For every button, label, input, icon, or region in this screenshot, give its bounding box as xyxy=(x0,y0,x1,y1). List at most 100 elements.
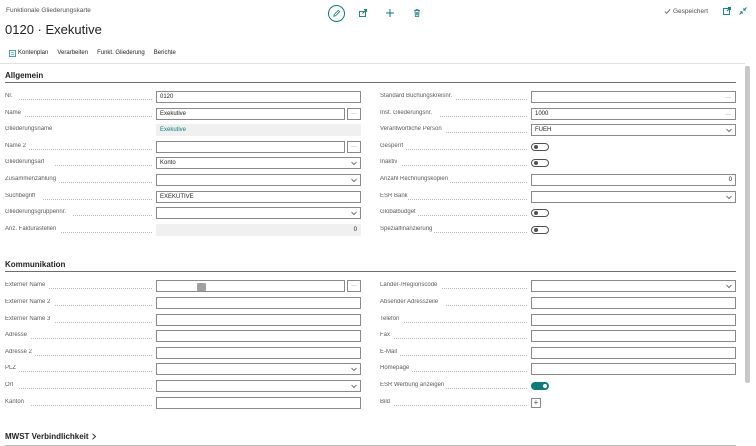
delete-button[interactable] xyxy=(408,4,426,22)
inst-gliederungsnr-input[interactable]: 1000 ··· xyxy=(531,108,736,120)
pencil-icon xyxy=(333,9,341,17)
toggle-knob xyxy=(534,228,538,232)
section-kommunikation-title[interactable]: Kommunikation xyxy=(5,260,65,269)
share-button[interactable] xyxy=(354,4,372,22)
field-gliederungsgruppennr: Gliederungsgruppennr. xyxy=(5,207,361,219)
chevron-down-icon xyxy=(726,195,732,200)
leader-dots xyxy=(406,149,527,150)
standard-buchungskreisnr-input[interactable]: ··· xyxy=(531,91,736,103)
field-label: Ort xyxy=(5,382,14,388)
externer-name-3-input[interactable] xyxy=(156,314,361,326)
zusammenzaehlung-select[interactable] xyxy=(156,174,361,186)
verarbeiten-menu[interactable]: Verarbeiten xyxy=(57,50,88,56)
field-inaktiv: Inaktiv xyxy=(380,157,736,169)
page-header: Funktionale Gliederungskarte 0120 · Exek… xyxy=(0,0,756,42)
edit-button[interactable] xyxy=(328,4,345,22)
plz-select[interactable] xyxy=(156,363,361,375)
ort-select[interactable] xyxy=(156,380,361,392)
leader-dots xyxy=(59,182,152,183)
anzahl-rechnungskopien-input[interactable]: 0 xyxy=(531,174,736,186)
field-email: E-Mail xyxy=(380,347,736,359)
header-actions xyxy=(328,4,435,22)
verantwortliche-person-select[interactable]: FUEH xyxy=(531,124,736,136)
chevron-down-icon xyxy=(351,211,357,216)
inst-gliederungsnr-assist-button[interactable]: ··· xyxy=(722,110,734,119)
inaktiv-toggle[interactable] xyxy=(531,159,549,167)
field-homepage: Homepage xyxy=(380,363,736,375)
trash-icon xyxy=(414,9,420,17)
standard-buchungskreisnr-assist-button[interactable]: ··· xyxy=(722,93,734,102)
toggle-knob xyxy=(534,211,538,215)
vertical-scrollbar[interactable] xyxy=(745,66,750,383)
kontenplan-label: Kontenplan xyxy=(18,50,49,56)
telefon-input[interactable] xyxy=(531,314,736,326)
field-bild: Bild + xyxy=(380,397,736,409)
name-2-assist-button[interactable]: ··· xyxy=(347,141,361,153)
email-input[interactable] xyxy=(531,347,736,359)
field-verantwortliche-person: Verantwortliche Person FUEH xyxy=(380,124,736,136)
gliederungsgruppennr-select[interactable] xyxy=(156,207,361,219)
esr-bank-select[interactable] xyxy=(531,191,736,203)
externer-name-assist-button[interactable]: ··· xyxy=(347,280,361,292)
collapse-icon[interactable] xyxy=(738,6,748,16)
gliederungsname-value[interactable]: Exekutive xyxy=(156,124,361,136)
leader-dots xyxy=(446,305,527,306)
funkt-gliederung-menu[interactable]: Funkt. Gliederung xyxy=(97,50,145,56)
chart-of-accounts-icon xyxy=(9,49,16,57)
bild-add-button[interactable]: + xyxy=(531,398,541,408)
nr-input[interactable]: 0120 xyxy=(156,91,361,103)
suchbegriff-input[interactable]: EXEKUTIVE xyxy=(156,191,361,203)
fax-input[interactable] xyxy=(531,330,736,342)
name-2-input[interactable] xyxy=(156,141,345,153)
field-label: Absender Adresszeile xyxy=(380,299,439,305)
field-label: Externer Name 3 xyxy=(5,316,51,322)
field-telefon: Telefon xyxy=(380,314,736,326)
globalbudget-toggle[interactable] xyxy=(531,209,549,217)
section-kommunikation-divider xyxy=(5,271,736,272)
homepage-input[interactable] xyxy=(531,363,736,375)
field-label: Globalbudget xyxy=(380,209,416,215)
anz-fakturastellen-value: 0 xyxy=(156,224,361,236)
section-mwst-title[interactable]: MWST Verbindlichkeit xyxy=(5,432,97,441)
chevron-down-icon xyxy=(726,284,732,289)
externer-name-2-input[interactable] xyxy=(156,297,361,309)
adresse-input[interactable] xyxy=(156,330,361,342)
breadcrumb[interactable]: Funktionale Gliederungskarte xyxy=(6,7,91,14)
name-assist-button[interactable]: ··· xyxy=(347,108,361,120)
new-button[interactable] xyxy=(381,4,399,22)
berichte-menu[interactable]: Berichte xyxy=(154,50,176,56)
laender-regionscode-select[interactable] xyxy=(531,280,736,292)
open-in-new-window-icon[interactable] xyxy=(722,6,732,16)
field-zusammenzaehlung: Zusammenzählung xyxy=(5,174,361,186)
leader-dots xyxy=(442,288,527,289)
externer-name-input[interactable] xyxy=(156,280,345,292)
action-bar-divider xyxy=(0,63,745,64)
field-label: Verantwortliche Person xyxy=(380,126,442,132)
toggle-knob xyxy=(534,161,538,165)
field-label: Adresse 2 xyxy=(5,349,33,355)
toggle-knob xyxy=(543,384,547,388)
gliederungsart-select[interactable]: Konto xyxy=(156,157,361,169)
leader-dots xyxy=(450,182,527,183)
spezialfinanzierung-toggle[interactable] xyxy=(531,226,549,234)
field-label: Suchbegriff xyxy=(5,193,36,199)
field-label: Zusammenzählung xyxy=(5,176,57,182)
absender-adresszeile-input[interactable] xyxy=(531,297,736,309)
field-externer-name-3: Externer Name 3 xyxy=(5,314,361,326)
esr-werbung-anzeigen-toggle[interactable] xyxy=(531,382,549,390)
adresse-2-input[interactable] xyxy=(156,347,361,359)
chevron-down-icon xyxy=(351,178,357,183)
kanton-input[interactable] xyxy=(156,397,361,409)
section-mwst-label: MWST Verbindlichkeit xyxy=(5,432,89,441)
leader-dots xyxy=(404,322,527,323)
gesperrt-toggle[interactable] xyxy=(531,143,549,151)
leader-dots xyxy=(25,116,152,117)
leader-dots xyxy=(73,215,152,216)
field-label: Name 2 xyxy=(5,143,27,149)
leader-dots xyxy=(29,149,152,150)
leader-dots xyxy=(35,355,152,356)
name-input[interactable]: Exekutive xyxy=(156,108,345,120)
section-allgemein-title[interactable]: Allgemein xyxy=(5,71,43,80)
kontenplan-action[interactable]: Kontenplan xyxy=(9,49,49,57)
leader-dots xyxy=(31,405,152,406)
